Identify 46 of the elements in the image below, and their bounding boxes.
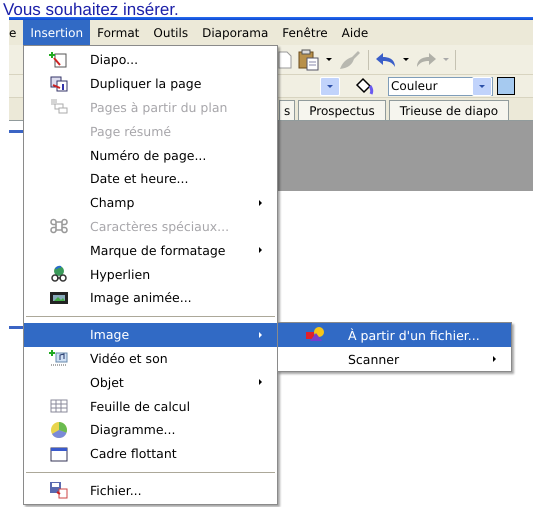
view-tab[interactable]: s xyxy=(279,100,296,120)
menu-item[interactable]: Cadre flottant xyxy=(24,442,277,466)
video-sound-icon xyxy=(49,349,69,368)
floppy-file-icon xyxy=(49,481,69,500)
command-key-icon xyxy=(49,217,69,236)
picture-shapes-icon xyxy=(305,326,325,344)
menu-item[interactable]: Objet xyxy=(24,370,277,394)
menu-item[interactable]: À partir d'un fichier... xyxy=(278,323,511,347)
menu-item[interactable]: Champ xyxy=(24,190,277,215)
view-tab[interactable]: Prospectus xyxy=(298,100,386,120)
menu-title[interactable]: Aide xyxy=(334,20,376,45)
pages-icon xyxy=(49,98,69,116)
menu-title[interactable]: Insertion xyxy=(23,20,90,45)
menu-item[interactable]: Feuille de calcul xyxy=(24,394,277,418)
menu-item[interactable]: Hyperlien xyxy=(24,262,277,286)
menu-title[interactable]: e xyxy=(9,20,24,45)
color-field[interactable]: Couleur xyxy=(388,76,493,96)
menu-title[interactable]: Diaporama xyxy=(195,20,276,45)
duplicate-page-icon xyxy=(49,74,69,93)
paint-bucket-icon[interactable] xyxy=(354,77,374,95)
undo-icon[interactable] xyxy=(375,50,397,68)
menu-item[interactable]: Scanner xyxy=(278,347,511,371)
menu-item[interactable]: Dupliquer la page xyxy=(24,72,277,96)
menu-item[interactable]: Fichier... xyxy=(24,478,277,502)
menu-item[interactable]: Date et heure... xyxy=(24,166,277,191)
view-tab[interactable]: Trieuse de diapo xyxy=(388,100,510,120)
menu-item[interactable]: Image animée... xyxy=(24,286,277,310)
dropdown-arrow-icon[interactable] xyxy=(403,58,409,61)
dropdown-button[interactable] xyxy=(320,76,340,96)
menu-item[interactable]: Marque de formatage xyxy=(24,238,277,262)
menu-title[interactable]: Fenêtre xyxy=(275,20,335,45)
new-slide-icon xyxy=(49,50,69,69)
menu-title[interactable]: Outils xyxy=(146,20,196,45)
color-swatch[interactable] xyxy=(497,77,515,95)
pie-chart-icon xyxy=(49,420,69,439)
menu-item[interactable]: Numéro de page... xyxy=(24,143,277,167)
menu-item[interactable]: Diagramme... xyxy=(24,418,277,442)
menu-item[interactable]: Image xyxy=(24,322,277,347)
globe-chain-icon xyxy=(49,265,69,284)
heading: Vous souhaitez insérer. xyxy=(3,1,179,18)
paste-icon[interactable] xyxy=(298,48,320,70)
dropdown-arrow-icon[interactable] xyxy=(326,58,332,61)
frame-icon xyxy=(49,444,69,463)
menu-item[interactable]: Vidéo et son xyxy=(24,346,277,370)
menu-title[interactable]: Format xyxy=(90,20,146,45)
spreadsheet-icon xyxy=(49,397,69,416)
